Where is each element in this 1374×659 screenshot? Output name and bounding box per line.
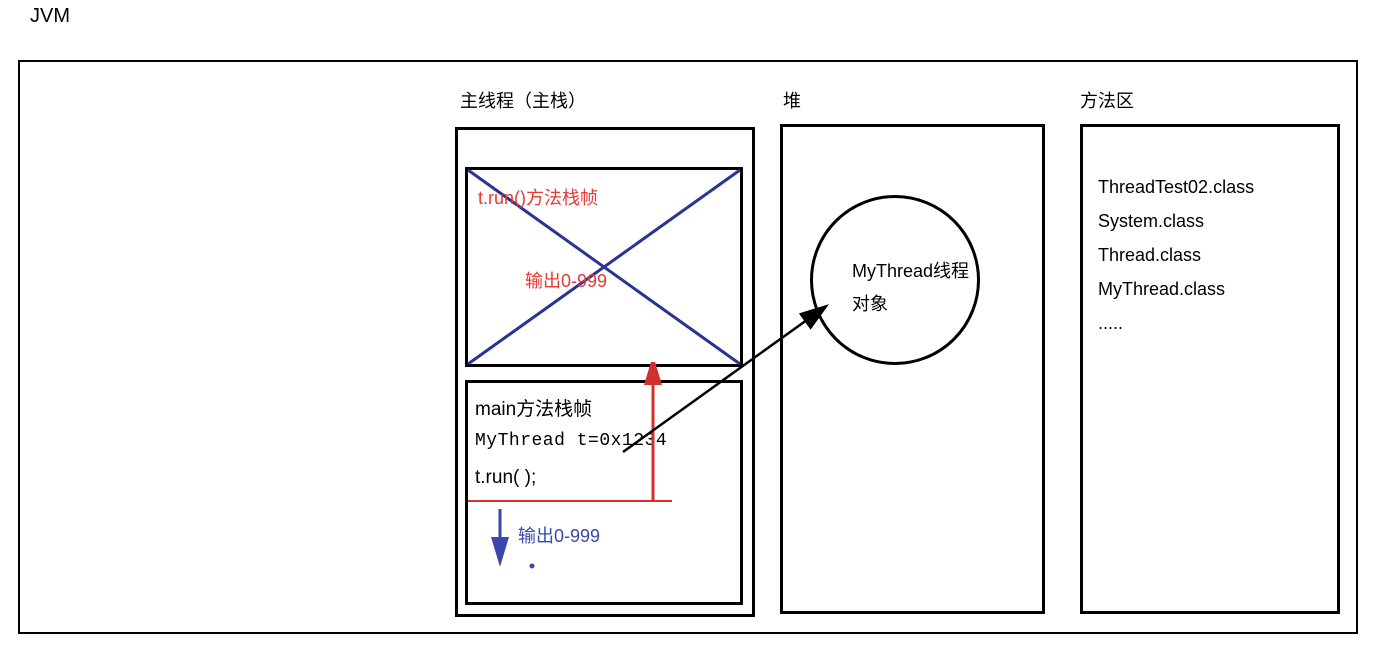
main-stack-label: 主线程（主栈） xyxy=(460,87,586,113)
method-area-label: 方法区 xyxy=(1080,87,1134,113)
run-frame-output: 输出0-999 xyxy=(525,267,607,293)
method-area-items: ThreadTest02.class System.class Thread.c… xyxy=(1098,170,1254,340)
circle-text-line2: 对象 xyxy=(852,290,888,316)
main-frame-output: 输出0-999 xyxy=(518,522,600,548)
run-frame-title: t.run()方法栈帧 xyxy=(478,184,598,210)
method-item: System.class xyxy=(1098,204,1254,238)
method-item: ThreadTest02.class xyxy=(1098,170,1254,204)
heap-label: 堆 xyxy=(783,87,801,113)
method-item: ..... xyxy=(1098,306,1254,340)
jvm-title: JVM xyxy=(30,5,70,28)
circle-text-line1: MyThread线程 xyxy=(852,257,969,283)
main-frame-code-line2: t.run( ); xyxy=(475,467,536,489)
red-underline xyxy=(468,500,672,502)
main-frame-title: main方法栈帧 xyxy=(475,394,592,421)
method-item: Thread.class xyxy=(1098,238,1254,272)
method-item: MyThread.class xyxy=(1098,272,1254,306)
jvm-container: 主线程（主栈） 堆 方法区 t.run()方法栈帧 输出0-999 main方法… xyxy=(18,60,1358,634)
main-frame-code-line1: MyThread t=0x1234 xyxy=(475,431,667,451)
